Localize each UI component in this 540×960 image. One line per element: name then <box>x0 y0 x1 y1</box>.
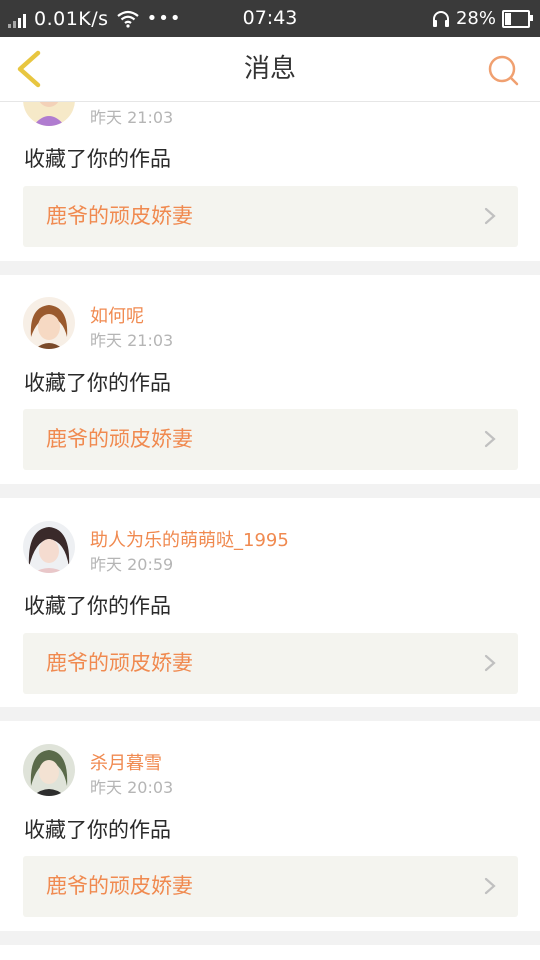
work-title: 鹿爷的顽皮娇妻 <box>46 651 193 675</box>
page-title: 消息 <box>243 54 296 84</box>
action-text: 收藏了你的作品 <box>24 371 171 395</box>
timestamp: 昨天 21:03 <box>90 108 174 127</box>
chevron-right-icon <box>484 430 496 448</box>
work-title: 鹿爷的顽皮娇妻 <box>46 204 193 228</box>
username[interactable]: 杀月暮雪 <box>90 749 162 775</box>
search-icon <box>488 55 519 86</box>
action-text: 收藏了你的作品 <box>24 818 171 842</box>
work-title: 鹿爷的顽皮娇妻 <box>46 874 193 898</box>
battery-fill <box>505 12 511 25</box>
message-card: 助人为乐的萌萌哒_1995 昨天 20:59 收藏了你的作品 鹿爷的顽皮娇妻 <box>0 498 540 707</box>
avatar[interactable] <box>23 101 75 126</box>
battery-icon <box>502 9 533 28</box>
action-text: 收藏了你的作品 <box>24 147 171 171</box>
message-card <box>0 945 540 960</box>
message-card: 昨天 21:03 收藏了你的作品 鹿爷的顽皮娇妻 <box>0 101 540 261</box>
avatar[interactable] <box>23 744 75 796</box>
chevron-right-icon <box>484 654 496 672</box>
timestamp: 昨天 20:03 <box>90 778 174 797</box>
message-card: 如何呢 昨天 21:03 收藏了你的作品 鹿爷的顽皮娇妻 <box>0 275 540 484</box>
avatar[interactable] <box>23 521 75 573</box>
message-list[interactable]: 昨天 21:03 收藏了你的作品 鹿爷的顽皮娇妻 如何呢 昨天 21:03 收藏… <box>0 101 540 960</box>
timestamp: 昨天 20:59 <box>90 555 174 574</box>
action-text: 收藏了你的作品 <box>24 594 171 618</box>
chevron-right-icon <box>484 877 496 895</box>
work-link[interactable]: 鹿爷的顽皮娇妻 <box>23 186 518 247</box>
message-card: 杀月暮雪 昨天 20:03 收藏了你的作品 鹿爷的顽皮娇妻 <box>0 721 540 931</box>
username[interactable]: 助人为乐的萌萌哒_1995 <box>90 526 289 552</box>
chevron-right-icon <box>484 207 496 225</box>
work-link[interactable]: 鹿爷的顽皮娇妻 <box>23 409 518 470</box>
battery-percent: 28% <box>455 8 496 29</box>
search-button[interactable] <box>486 53 520 87</box>
work-link[interactable]: 鹿爷的顽皮娇妻 <box>23 633 518 694</box>
status-bar: 0.01K/s ••• 07:43 28% <box>0 0 540 37</box>
avatar[interactable] <box>23 297 75 349</box>
header: 消息 <box>0 37 540 102</box>
headphones-icon <box>432 10 449 27</box>
timestamp: 昨天 21:03 <box>90 331 174 350</box>
work-title: 鹿爷的顽皮娇妻 <box>46 427 193 451</box>
username[interactable]: 如何呢 <box>90 302 144 328</box>
work-link[interactable]: 鹿爷的顽皮娇妻 <box>23 856 518 917</box>
